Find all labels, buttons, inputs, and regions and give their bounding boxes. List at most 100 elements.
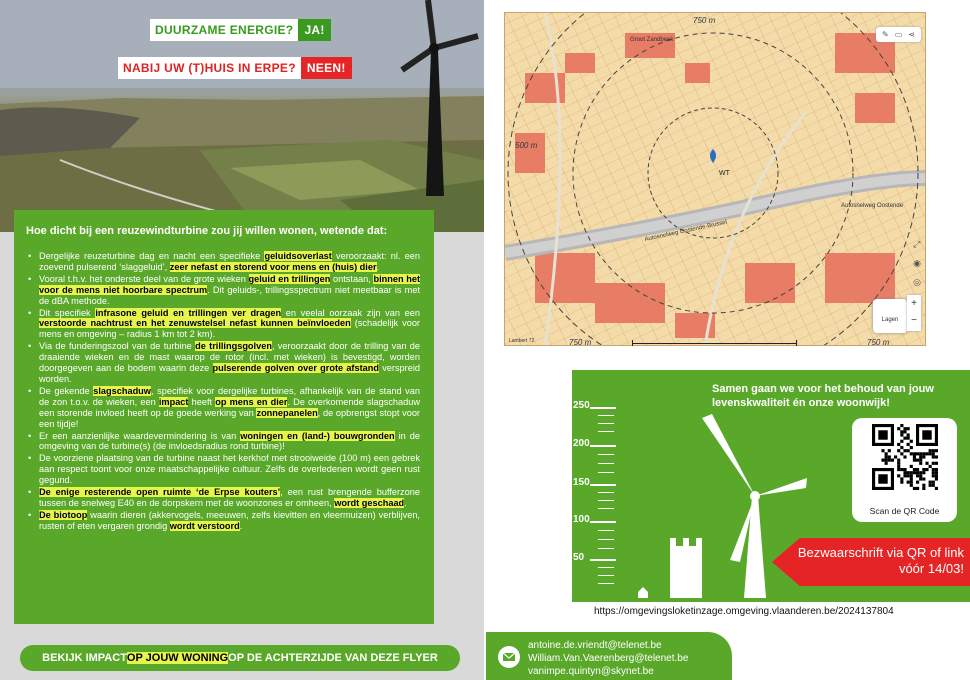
argument-text: De gekende [39,385,94,396]
map-handwritten-2: 500 m [515,141,538,150]
argument-text: . [404,497,407,508]
infographic-panel: 250 200 150 100 50 Samen gaan we voor he… [572,370,970,602]
zoom-in-icon[interactable]: + [907,295,921,312]
map-handwritten-4: 750 m [867,338,890,346]
gauge-50: 50 [573,552,585,563]
highlighted-text: zeer nefast en storend voor mens en (hui… [169,261,377,272]
highlighted-text: woningen en (land-) bouwgronden [240,430,395,441]
argument-item: De enige resterende open ruimte ‘de Erps… [26,487,420,509]
map-scale-bar [632,340,797,346]
tag2-question: NABIJ UW (T)HUIS IN ERPE? [118,57,301,79]
argument-text: heeft [188,396,216,407]
contact-box: antoine.de.vriendt@telenet.be William.Va… [486,632,732,680]
map-toolbar: ✎ ▭ ⋖ [876,27,921,42]
gauge-250: 250 [573,400,590,411]
flyer-front-panel: DUURZAME ENERGIE? JA! NABIJ UW (T)HUIS I… [0,0,484,680]
zoom-out-icon[interactable]: − [907,312,921,329]
tag-sustainable-energy: DUURZAME ENERGIE? JA! [150,19,331,41]
argument-text: . [239,520,243,531]
layers-button[interactable]: Lagen [873,299,907,333]
locate-icon[interactable]: ◎ [913,277,921,288]
qr-code-icon[interactable] [872,424,938,490]
mail-icon [498,646,520,668]
gauge-100: 100 [573,514,590,525]
church-tower [670,546,702,598]
contact-email-1[interactable]: antoine.de.vriendt@telenet.be [528,639,688,652]
argument-text: . [376,261,380,272]
highlighted-text: impact [158,396,189,407]
gauge-200: 200 [573,438,590,449]
argument-item: De voorziene plaatsing van de turbine na… [26,453,420,486]
share-icon[interactable]: ⋖ [908,30,915,39]
zoom-control[interactable]: + − [907,295,921,331]
map-handwritten-1: 750 m [693,16,716,25]
highlighted-text: wordt geschaad [334,497,405,508]
highlighted-text: zonnepanelen [256,407,318,418]
map-scale-text: Lambert 72 [509,338,535,344]
argument-item: De biotoop waarin dieren (akkervogels, m… [26,509,420,532]
map-label-wt: WT [719,170,731,177]
argument-item: De gekende slagschaduw, specifiek voor d… [26,385,420,430]
argument-text: Dit specifiek [39,307,96,318]
contact-lines: antoine.de.vriendt@telenet.be William.Va… [528,639,688,678]
banner-highlight: OP JOUW WONING [126,652,229,664]
highlighted-text: op mens en dier [215,396,288,407]
contact-email-3[interactable]: vanimpe.quintyn@skynet.be [528,665,688,678]
map-canvas[interactable]: WT Autosnelweg Oostende Autosnelweg Oost… [505,13,926,346]
info-heading: Samen gaan we voor het behoud van jouw l… [712,383,934,409]
argument-text: Dergelijke reuzeturbine dag en nacht een… [39,251,265,261]
map-side-controls: ⤢ ◉ ◎ [913,239,921,288]
banner-post: OP DE ACHTERZIJDE VAN DEZE FLYER [228,652,438,664]
argument-text: ontstaan, [330,273,374,284]
gps-icon[interactable]: ◉ [913,258,921,269]
highlighted-text: De enige resterende open ruimte ‘de Erps… [39,487,281,498]
layers-label: Lagen [881,317,899,323]
objection-url[interactable]: https://omgevingsloketinzage.omgeving.vl… [594,606,894,617]
arguments-list: Dergelijke reuzeturbine dag en nacht een… [26,251,421,532]
see-impact-banner: BEKIJK IMPACT OP JOUW WONING OP DE ACHTE… [20,645,460,671]
map-label-highway: Autosnelweg Oostende [841,203,904,209]
tag1-answer: JA! [298,19,331,41]
argument-item: Er een aanzienlijke waardevermindering i… [26,430,420,453]
turbine-map[interactable]: WT Autosnelweg Oostende Autosnelweg Oost… [504,12,926,346]
gauge-tick [590,407,616,409]
map-label-street: Groot Zandbeek [630,37,674,43]
house-icon [638,587,648,598]
wind-turbine-photo [400,0,479,196]
argument-text: Vooral t.h.v. het onderste deel van de g… [39,273,249,284]
argument-item: Vooral t.h.v. het onderste deel van de g… [26,273,421,307]
highlighted-text: verstoorde nachtrust en het zenuwstelsel… [39,318,351,329]
argument-text: De voorziene plaatsing van de turbine na… [39,453,420,486]
tag1-question: DUURZAME ENERGIE? [150,19,299,41]
deadline-arrow: Bezwaarschrift via QR of link vóór 14/03… [772,538,970,586]
draw-icon[interactable]: ✎ [882,30,889,39]
map-handwritten-3: 750 m [569,338,592,346]
measure-icon[interactable]: ▭ [895,30,903,39]
gauge-150: 150 [573,477,590,488]
qr-card[interactable]: Scan de QR Code [852,418,957,522]
highlighted-text: infrasone geluid en trillingen ver drage… [95,307,282,318]
tag-near-home: NABIJ UW (T)HUIS IN ERPE? NEEN! [118,57,352,79]
highlighted-text: slagschaduw [93,385,151,396]
comparison-illustration [638,414,807,598]
argument-item: Dergelijke reuzeturbine dag en nacht een… [26,251,420,273]
banner-pre: BEKIJK IMPACT [42,652,127,664]
highlighted-text: De biotoop [39,509,88,520]
highlighted-text: geluid en trillingen [248,273,331,284]
tag2-answer: NEEN! [300,57,352,79]
argument-item: Via de funderingszool van de turbine de … [26,341,420,385]
arguments-box: Hoe dicht bij een reuzewindturbine zou j… [14,210,434,624]
highlighted-text: wordt verstoord [169,520,240,531]
highlighted-text: pulserende golven over grote afstand [212,363,379,374]
expand-icon[interactable]: ⤢ [913,239,921,250]
argument-text: Er een aanzienlijke waardevermindering i… [39,430,241,441]
highlighted-text: de trillingsgolven [195,341,272,352]
qr-label: Scan de QR Code [869,506,940,516]
turbine-tower [744,496,766,598]
argument-text: Via de funderingszool van de turbine [39,341,196,352]
argument-text: en veelal oorzaak zijn van een [281,307,421,318]
argument-item: Dit specifiek infrasone geluid en trilli… [26,307,421,341]
contact-email-2[interactable]: William.Van.Vaerenberg@telenet.be [528,652,688,665]
arguments-heading: Hoe dicht bij een reuzewindturbine zou j… [26,225,388,237]
highlighted-text: geluidsoverlast [264,251,332,261]
